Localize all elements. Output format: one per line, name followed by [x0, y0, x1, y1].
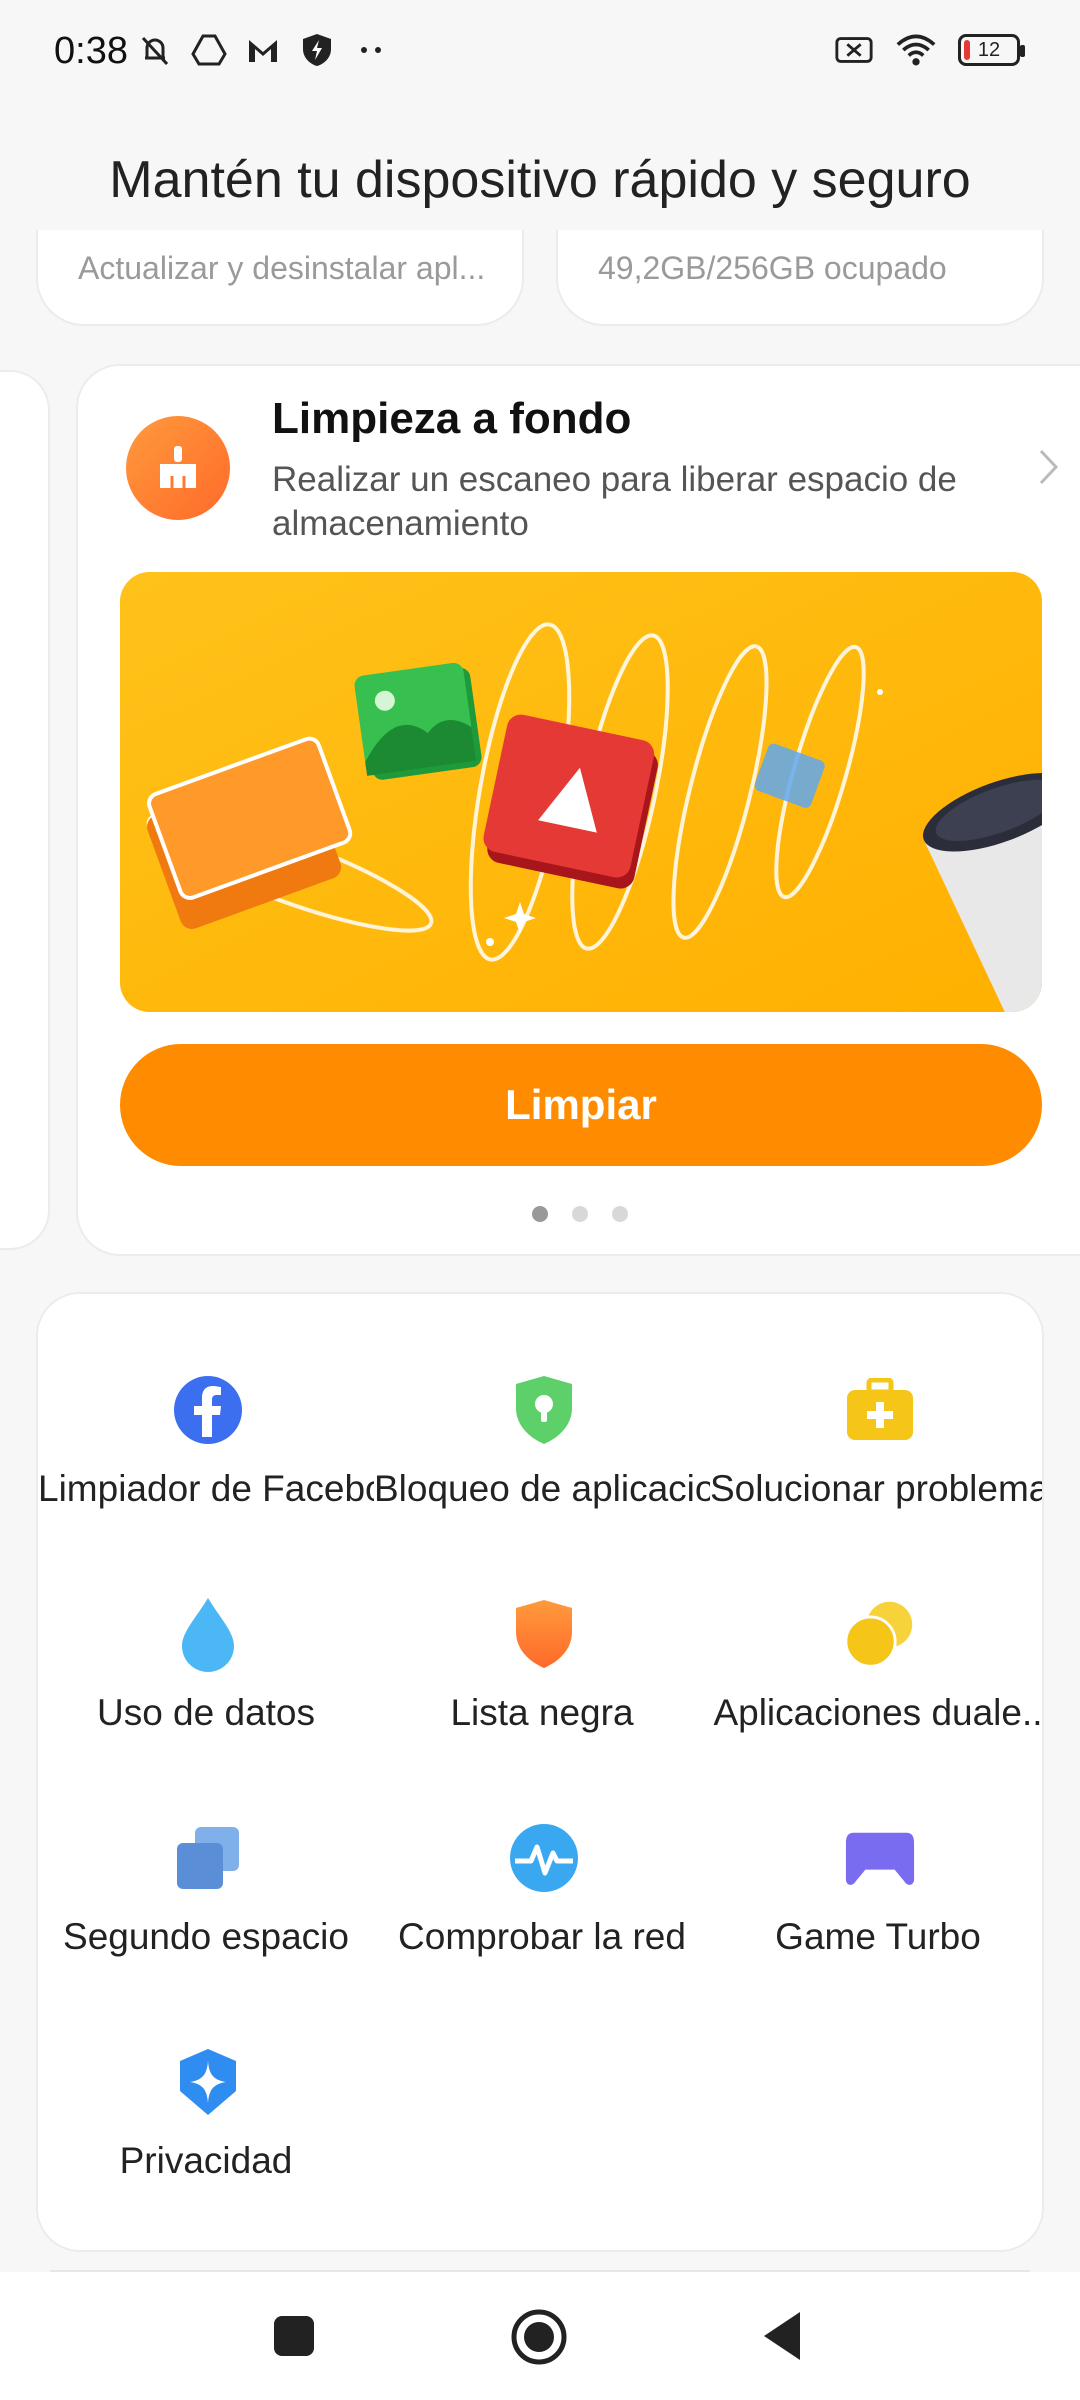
tool-label: Bloqueo de aplicaciones: [374, 1468, 710, 1509]
tool-label: Privacidad: [119, 2140, 293, 2181]
tool-game-turbo[interactable]: Game Turbo: [710, 1822, 1042, 2022]
more-dots-icon: [351, 30, 391, 70]
tool-label: Segundo espacio: [63, 1916, 349, 1957]
tool-label: Solucionar problemas: [710, 1468, 1044, 1509]
broom-icon: [126, 416, 230, 520]
shield-lock-icon: [508, 1374, 580, 1446]
tool-label: Comprobar la red: [398, 1916, 686, 1957]
tool-data-usage[interactable]: Uso de datos: [38, 1598, 374, 1798]
status-time: 0:38: [54, 30, 128, 72]
tool-label: Aplicaciones duale..: [713, 1692, 1043, 1733]
tool-troubleshoot[interactable]: Solucionar problemas: [710, 1374, 1044, 1574]
tool-label: Game Turbo: [775, 1916, 981, 1957]
storage-card[interactable]: 49,2GB/256GB ocupado: [556, 230, 1044, 326]
storage-subtitle: 49,2GB/256GB ocupado: [598, 250, 947, 286]
dual-apps-icon: [844, 1598, 916, 1670]
app-manager-subtitle: Actualizar y desinstalar apl...: [78, 250, 486, 286]
page-dot[interactable]: [612, 1206, 628, 1222]
tool-label: Lista negra: [450, 1692, 634, 1733]
card-title: Limpieza a fondo: [272, 394, 632, 443]
first-aid-kit-icon: [844, 1374, 916, 1446]
status-bar: 0:38 12: [0, 0, 1080, 110]
facebook-icon: [172, 1374, 244, 1446]
muted-bell-icon: [135, 30, 175, 70]
back-button[interactable]: [760, 2310, 804, 2362]
battery-icon: 12: [958, 34, 1025, 66]
tool-app-lock[interactable]: Bloqueo de aplicaciones: [374, 1374, 710, 1574]
tool-network-check[interactable]: Comprobar la red: [374, 1822, 710, 2022]
previous-carousel-card[interactable]: [0, 370, 50, 1250]
drive-icon: [189, 30, 229, 70]
no-sim-icon: [834, 30, 874, 70]
deep-clean-banner: [120, 572, 1042, 1012]
tool-facebook-cleaner[interactable]: Limpiador de Facebook: [38, 1374, 374, 1574]
tool-dual-apps[interactable]: Aplicaciones duale..: [710, 1598, 1043, 1798]
tools-grid: Limpiador de Facebook Bloqueo de aplicac…: [36, 1292, 1044, 2252]
gmail-icon: [243, 30, 283, 70]
carousel-pagination: [78, 1206, 1080, 1222]
second-space-icon: [172, 1822, 244, 1894]
page-title: Mantén tu dispositivo rápido y seguro: [109, 151, 971, 209]
shield-icon: [508, 1598, 580, 1670]
battery-level: 12: [977, 38, 1001, 61]
clean-button[interactable]: Limpiar: [120, 1044, 1042, 1166]
home-button[interactable]: [510, 2308, 568, 2366]
privacy-icon: [172, 2046, 244, 2118]
water-drop-icon: [172, 1598, 244, 1672]
card-subtitle: Realizar un escaneo para liberar espacio…: [272, 460, 957, 543]
tool-label: Uso de datos: [96, 1692, 316, 1733]
shield-bolt-icon: [297, 30, 337, 70]
tool-blacklist[interactable]: Lista negra: [374, 1598, 710, 1798]
app-manager-card[interactable]: Actualizar y desinstalar apl...: [36, 230, 524, 326]
chevron-right-icon[interactable]: [1038, 448, 1060, 491]
deep-clean-card[interactable]: Limpieza a fondo Realizar un escaneo par…: [76, 364, 1080, 1256]
wifi-icon: [896, 30, 936, 70]
recents-button[interactable]: [272, 2314, 316, 2358]
gamepad-icon: [844, 1822, 916, 1894]
page-dot[interactable]: [572, 1206, 588, 1222]
tool-privacy[interactable]: Privacidad: [38, 2046, 374, 2246]
page-dot[interactable]: [532, 1206, 548, 1222]
network-pulse-icon: [508, 1822, 580, 1894]
tool-second-space[interactable]: Segundo espacio: [38, 1822, 374, 2022]
navigation-bar: [0, 2272, 1080, 2400]
tool-label: Limpiador de Facebook: [38, 1468, 374, 1509]
